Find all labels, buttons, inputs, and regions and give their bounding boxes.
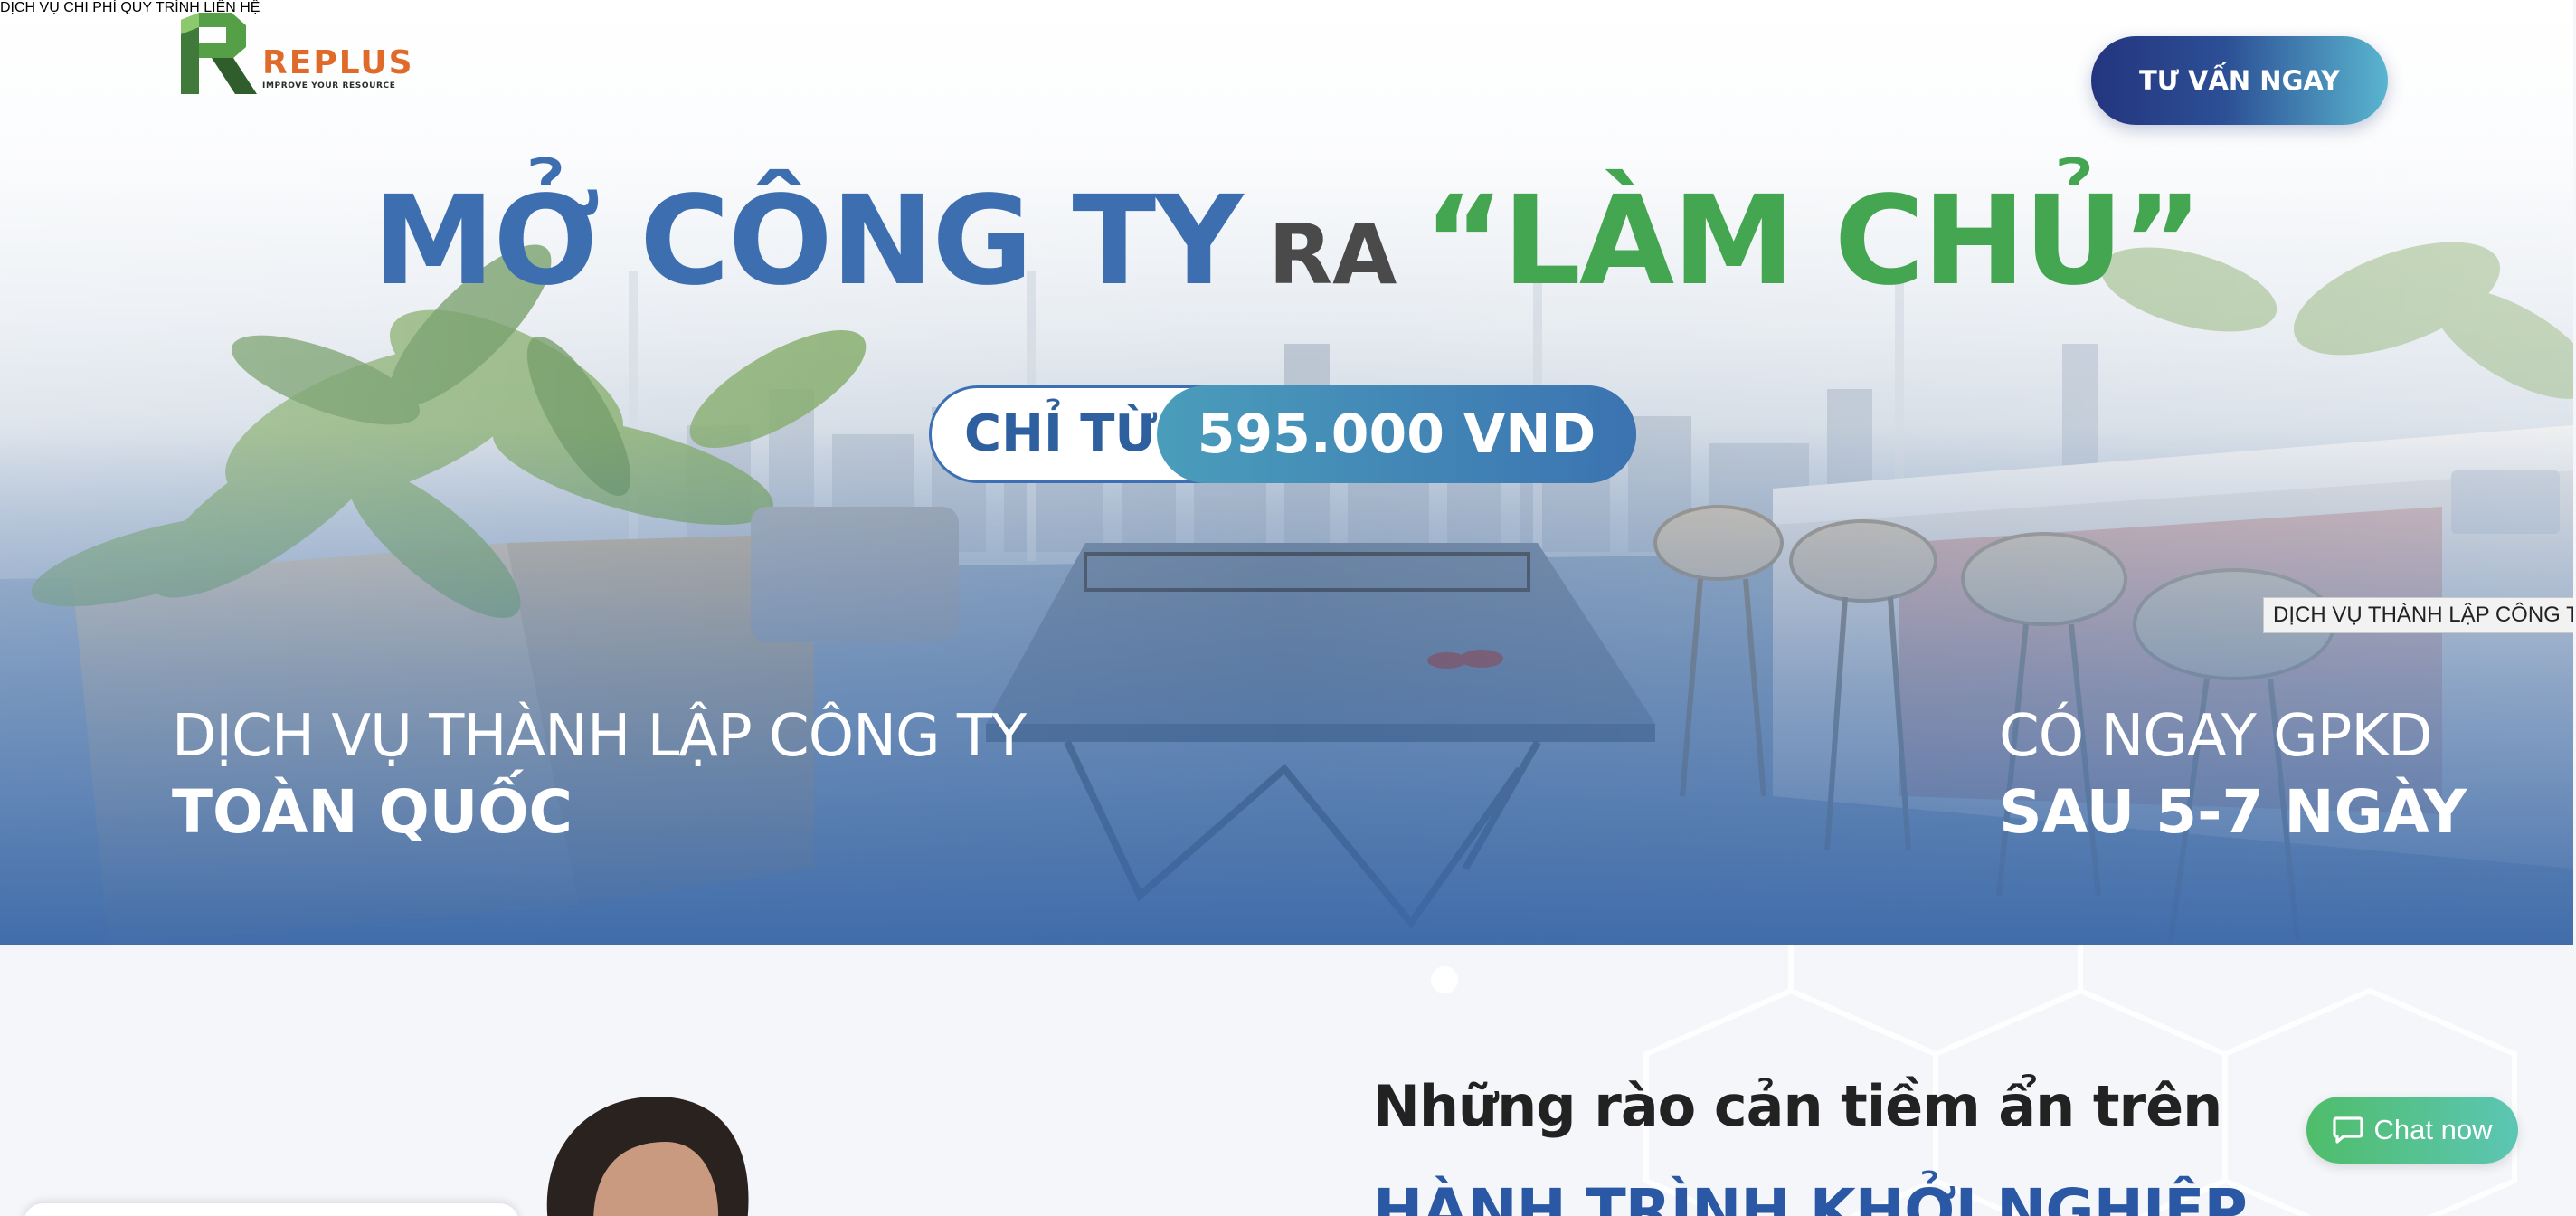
chat-now-label: Chat now — [2373, 1114, 2493, 1145]
person-photo — [546, 1097, 749, 1216]
hero-right-line-1: CÓ NGAY GPKD — [1999, 703, 2433, 770]
hero-left-line-1: DỊCH VỤ THÀNH LẬP CÔNG TY — [172, 703, 1027, 770]
headline-part-2: RA — [1268, 206, 1397, 303]
carousel-dot[interactable] — [1431, 966, 1458, 993]
price-pill: CHỈ TỪ 595.000 VND — [929, 385, 1636, 483]
hero-left-caption: DỊCH VỤ THÀNH LẬP CÔNG TY TOÀN QUỐC — [172, 700, 1027, 852]
consult-now-button[interactable]: TƯ VẤN NGAY — [2091, 36, 2388, 125]
brand-logo[interactable]: REPLUS IMPROVE YOUR RESOURCE — [181, 13, 425, 94]
nav-item-services[interactable]: DỊCH VỤ — [0, 0, 60, 15]
price-value: 595.000 VND — [1157, 385, 1636, 483]
chat-bubble-icon — [2332, 1116, 2363, 1144]
headline-part-1: MỞ CÔNG TY — [372, 170, 1244, 313]
image-tooltip: DỊCH VỤ THÀNH LẬP CÔNG TY — [2263, 597, 2573, 633]
price-label: CHỈ TỪ — [964, 404, 1158, 463]
brand-tagline: IMPROVE YOUR RESOURCE — [262, 81, 396, 90]
hero-right-caption: CÓ NGAY GPKD SAU 5-7 NGÀY — [1999, 700, 2467, 852]
hero-right-line-2: SAU 5-7 NGÀY — [1999, 777, 2467, 847]
headline-part-3: “LÀM CHỦ” — [1423, 170, 2202, 313]
chat-now-button[interactable]: Chat now — [2306, 1097, 2518, 1164]
logo-mark-icon — [181, 13, 257, 94]
brand-name: REPLUS — [262, 44, 414, 81]
hero-headline: MỞ CÔNG TY RA “LÀM CHỦ” — [0, 170, 2573, 313]
hero-left-line-2: TOÀN QUỐC — [172, 777, 573, 847]
floating-card — [24, 1203, 519, 1216]
nav-item-pricing[interactable]: CHI PHÍ — [63, 0, 117, 15]
site-header: REPLUS IMPROVE YOUR RESOURCE DỊCH VỤ CHI… — [0, 0, 2576, 163]
section-subtitle: HÀNH TRÌNH KHỞI NGHIỆP — [1373, 1176, 2248, 1216]
section-title: Những rào cản tiềm ẩn trên — [1373, 1073, 2222, 1139]
